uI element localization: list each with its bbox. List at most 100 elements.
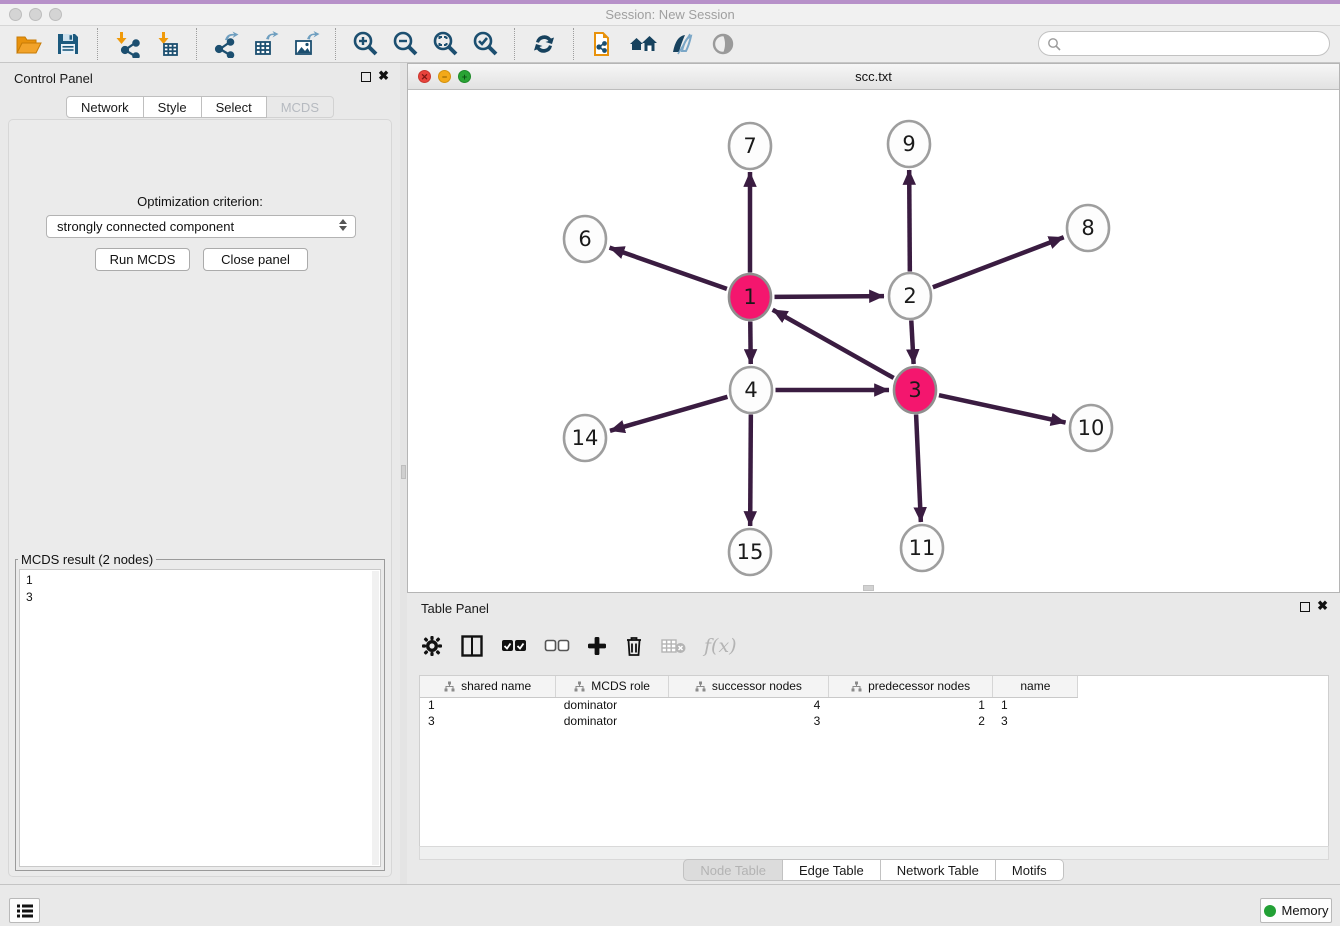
zoom-selected-button[interactable] [470,29,500,59]
network-canvas[interactable]: 1 2 3 4 6 7 8 9 10 11 14 15 [408,90,1339,592]
graph-node-10[interactable]: 10 [1070,405,1112,451]
graph-node-14[interactable]: 14 [564,415,606,461]
delete-table-button[interactable] [661,637,687,655]
svg-text:8: 8 [1081,216,1094,240]
table-row[interactable]: 3dominator323 [420,713,1328,729]
window-resize-grip[interactable] [863,585,874,591]
zoom-fit-button[interactable] [430,29,460,59]
table-cell[interactable]: 2 [828,713,993,729]
task-history-button[interactable] [9,898,40,923]
graph-node-3[interactable]: 3 [894,367,936,413]
column-header-predecessor-nodes[interactable]: predecessor nodes [828,676,993,697]
graph-edge-3-11[interactable] [916,414,921,522]
show-graphics-details-button[interactable] [668,29,698,59]
table-cell[interactable]: dominator [556,697,669,713]
panel-splitter[interactable] [400,63,407,884]
hide-graphics-details-button[interactable] [708,29,738,59]
mcds-result-text[interactable]: 1 3 [19,569,381,867]
table-cell[interactable]: 1 [993,697,1078,713]
export-table-button[interactable] [251,29,281,59]
refresh-button[interactable] [529,29,559,59]
graph-edge-3-1[interactable] [773,310,894,378]
result-scrollbar[interactable] [372,571,379,865]
graphics-details-icon [669,30,697,58]
graph-edge-2-9[interactable] [909,170,910,272]
table-cell[interactable]: 3 [669,713,829,729]
mcds-result-title: MCDS result (2 nodes) [18,552,156,567]
graph-node-9[interactable]: 9 [888,121,930,167]
list-icon [16,903,34,919]
table-cell[interactable]: 3 [993,713,1078,729]
tab-mcds[interactable]: MCDS [267,96,334,118]
run-mcds-button[interactable]: Run MCDS [95,248,190,271]
tab-node-table[interactable]: Node Table [683,859,783,881]
table-cell[interactable]: 1 [420,697,556,713]
table-cell[interactable]: dominator [556,713,669,729]
table-settings-button[interactable] [421,635,443,657]
close-panel-button[interactable]: Close panel [203,248,308,271]
memory-button[interactable]: Memory [1260,898,1332,923]
export-network-button[interactable] [211,29,241,59]
search-field[interactable] [1038,31,1330,56]
graph-edge-2-8[interactable] [933,237,1064,287]
delete-column-button[interactable] [624,635,644,657]
graph-node-1[interactable]: 1 [729,274,771,320]
graph-node-6[interactable]: 6 [564,216,606,262]
table-horizontal-scrollbar[interactable] [419,846,1329,860]
tab-edge-table[interactable]: Edge Table [783,859,881,881]
table-cell[interactable]: 4 [669,697,829,713]
graph-edge-1-2[interactable] [774,296,884,297]
graph-node-7[interactable]: 7 [729,123,771,169]
column-header-MCDS-role[interactable]: MCDS role [556,676,669,697]
add-column-button[interactable] [587,636,607,656]
tab-motifs[interactable]: Motifs [996,859,1064,881]
table-cell[interactable]: 3 [420,713,556,729]
close-panel-icon[interactable]: ✖ [378,68,389,84]
tab-select[interactable]: Select [202,96,267,118]
tab-network-table[interactable]: Network Table [881,859,996,881]
open-session-button[interactable] [13,29,43,59]
graph-edge-4-15[interactable] [750,414,751,526]
splitter-grip[interactable] [401,465,406,479]
save-session-button[interactable] [53,29,83,59]
application-window: Session: New Session [0,0,1340,926]
search-input[interactable] [1066,36,1329,51]
column-header-shared-name[interactable]: shared name [420,676,556,697]
clone-network-button[interactable] [588,29,618,59]
graph-node-2[interactable]: 2 [889,273,931,319]
deselect-all-button[interactable] [544,639,570,653]
window-titlebar[interactable]: Session: New Session [0,4,1340,26]
import-table-button[interactable] [152,29,182,59]
graph-node-8[interactable]: 8 [1067,205,1109,251]
first-neighbors-button[interactable] [628,29,658,59]
export-table-icon [252,30,280,58]
node-table[interactable]: shared nameMCDS rolesuccessor nodesprede… [419,675,1329,846]
tab-network[interactable]: Network [66,96,144,118]
export-image-button[interactable] [291,29,321,59]
graph-edge-2-3[interactable] [911,320,913,364]
graph-node-15[interactable]: 15 [729,529,771,575]
float-table-panel-icon[interactable] [1300,602,1310,612]
table-panel-title: Table Panel [421,601,489,616]
graph-edge-4-14[interactable] [610,397,727,431]
table-row[interactable]: 1dominator411 [420,697,1328,713]
split-columns-button[interactable] [460,634,484,658]
function-builder-button[interactable]: f(x) [704,635,737,657]
import-network-button[interactable] [112,29,142,59]
zoom-out-button[interactable] [390,29,420,59]
select-all-button[interactable] [501,639,527,653]
tab-style[interactable]: Style [144,96,202,118]
graph-edge-1-6[interactable] [610,248,727,289]
table-cell[interactable]: 1 [828,697,993,713]
graph-node-11[interactable]: 11 [901,525,943,571]
column-header-successor-nodes[interactable]: successor nodes [669,676,829,697]
column-header-name[interactable]: name [993,676,1078,697]
close-table-panel-icon[interactable]: ✖ [1317,598,1328,614]
zoom-in-button[interactable] [350,29,380,59]
graph-edge-3-10[interactable] [939,395,1066,422]
network-window-titlebar[interactable]: ✕ − + scc.txt [408,64,1339,90]
network-graph[interactable]: 1 2 3 4 6 7 8 9 10 11 14 15 [408,90,1339,592]
float-panel-icon[interactable] [361,72,371,82]
optimization-criterion-dropdown[interactable]: strongly connected component [46,215,356,238]
graph-node-4[interactable]: 4 [730,367,772,413]
